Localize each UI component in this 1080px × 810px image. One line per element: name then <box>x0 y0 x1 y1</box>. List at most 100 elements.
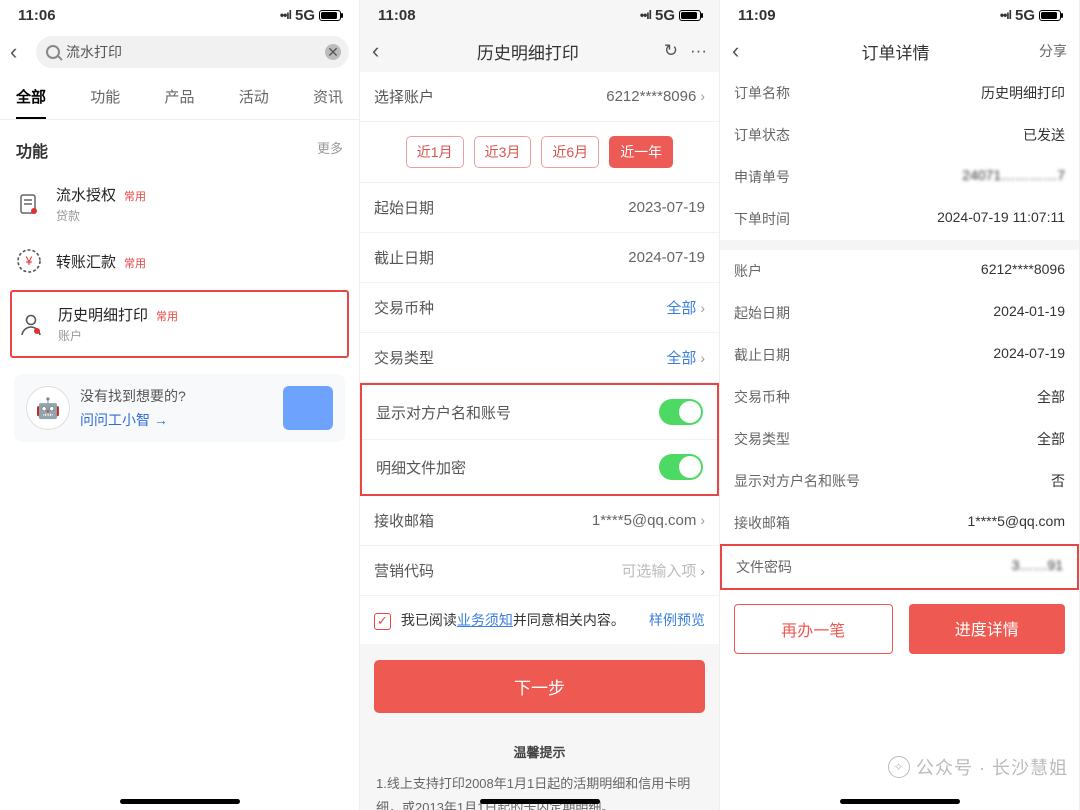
list-item-history-print[interactable]: 历史明细打印常用 账户 <box>12 292 347 356</box>
date-range-chips: 近1月 近3月 近6月 近一年 <box>360 122 719 183</box>
section-header: 功能 更多 <box>0 120 359 172</box>
kv-row: 账户6212****8096 <box>720 250 1079 292</box>
terms-link[interactable]: 业务须知 <box>457 612 513 628</box>
row-end-date[interactable]: 截止日期 2024-07-19 <box>360 233 719 283</box>
back-icon[interactable]: ‹ <box>10 39 30 65</box>
kv-key: 交易币种 <box>734 387 790 407</box>
sample-link[interactable]: 样例预览 <box>649 610 705 630</box>
tab-function[interactable]: 功能 <box>90 76 120 119</box>
home-indicator <box>120 799 240 804</box>
more-icon[interactable]: ··· <box>690 41 707 61</box>
more-link[interactable]: 更多 <box>317 138 343 162</box>
status-time: 11:09 <box>738 7 776 24</box>
wechat-icon: ✧ <box>888 756 910 778</box>
kv-value: 2024-07-19 <box>993 345 1065 365</box>
search-input[interactable]: 流水打印 ✕ <box>36 36 349 68</box>
back-icon[interactable]: ‹ <box>372 38 392 64</box>
progress-button[interactable]: 进度详情 <box>909 604 1066 654</box>
row-promo[interactable]: 营销代码 可选输入项› <box>360 546 719 596</box>
kv-row: 订单状态已发送 <box>720 114 1079 156</box>
row-account[interactable]: 选择账户 6212****8096› <box>360 72 719 122</box>
pwd-label: 文件密码 <box>736 557 792 577</box>
currency-label: 交易币种 <box>374 297 434 318</box>
common-tag: 常用 <box>124 258 146 270</box>
chevron-right-icon: › <box>700 88 705 104</box>
assist-card-icon <box>283 386 333 430</box>
kv-value: 2024-07-19 11:07:11 <box>937 209 1065 229</box>
pwd-value: 3……91 <box>1012 557 1063 577</box>
end-value: 2024-07-19 <box>628 249 705 266</box>
page-header: ‹ 历史明细打印 ↻ ··· <box>360 30 719 72</box>
kv-row: 交易币种 全部 <box>720 376 1079 418</box>
svg-text:¥: ¥ <box>25 254 33 268</box>
txtype-value: 全部 <box>666 350 696 367</box>
chip-1m[interactable]: 近1月 <box>406 136 464 168</box>
signal-icon: ••ıl <box>640 8 651 22</box>
agree-checkbox[interactable]: ✓ <box>374 613 391 630</box>
kv-row: 起始日期2024-01-19 <box>720 292 1079 334</box>
account-value: 6212****8096 <box>606 88 696 105</box>
status-bar: 11:08 ••ıl 5G <box>360 0 719 30</box>
kv-value: 历史明细打印 <box>981 83 1065 103</box>
kv-key: 订单状态 <box>734 125 790 145</box>
share-button[interactable]: 分享 <box>1039 41 1067 61</box>
currency-value: 全部 <box>666 300 696 317</box>
start-value: 2023-07-19 <box>628 199 705 216</box>
encrypt-label: 明细文件加密 <box>376 457 466 478</box>
action-buttons: 再办一笔 进度详情 <box>720 590 1079 668</box>
status-bar: 11:09 ••ıl 5G <box>720 0 1079 30</box>
kv-key: 申请单号 <box>734 167 790 187</box>
chip-6m[interactable]: 近6月 <box>541 136 599 168</box>
promo-placeholder: 可选输入项 <box>621 563 696 580</box>
battery-icon <box>319 10 341 21</box>
chip-3m[interactable]: 近3月 <box>474 136 532 168</box>
again-button[interactable]: 再办一笔 <box>734 604 893 654</box>
row-start-date[interactable]: 起始日期 2023-07-19 <box>360 183 719 233</box>
kv-value: 全部 <box>1037 387 1065 407</box>
assistant-card[interactable]: 🤖 没有找到想要的? 问问工小智 → <box>14 374 345 442</box>
status-time: 11:08 <box>378 7 416 24</box>
kv-value: 24071…………7 <box>962 167 1065 187</box>
tab-news[interactable]: 资讯 <box>313 76 343 119</box>
kv-row: 显示对方户名和账号否 <box>720 460 1079 502</box>
item-name: 流水授权 <box>56 187 116 204</box>
list-item[interactable]: 流水授权常用 贷款 <box>0 172 359 236</box>
chip-1y[interactable]: 近一年 <box>609 136 673 168</box>
signal-icon: ••ıl <box>1000 8 1011 22</box>
kv-row: 订单名称历史明细打印 <box>720 72 1079 114</box>
page-title: 历史明细打印 <box>392 39 664 64</box>
row-email[interactable]: 接收邮箱 1****5@qq.com› <box>360 496 719 546</box>
assist-link[interactable]: 问问工小智 → <box>80 410 186 430</box>
toggle-encrypt[interactable] <box>659 454 703 480</box>
email-label: 接收邮箱 <box>374 510 434 531</box>
list-item[interactable]: ¥ 转账汇款常用 <box>0 236 359 286</box>
tab-activity[interactable]: 活动 <box>239 76 269 119</box>
next-button[interactable]: 下一步 <box>374 660 705 713</box>
tab-all[interactable]: 全部 <box>16 76 46 119</box>
back-icon[interactable]: ‹ <box>732 38 752 64</box>
row-encrypt: 明细文件加密 <box>362 440 717 494</box>
kv-row: 申请单号 24071…………7 <box>720 156 1079 198</box>
refresh-icon[interactable]: ↻ <box>664 41 678 61</box>
bot-icon: 🤖 <box>26 386 70 430</box>
kv-row: 下单时间2024-07-19 11:07:11 <box>720 198 1079 240</box>
status-bar: 11:06 ••ıl 5G <box>0 0 359 30</box>
row-show-counter: 显示对方户名和账号 <box>362 385 717 440</box>
tip-line: 1.线上支持打印2008年1月1日起的活期明细和信用卡明细，或2013年1月1日… <box>376 772 703 810</box>
row-txtype[interactable]: 交易类型 全部› <box>360 333 719 383</box>
chevron-right-icon: › <box>700 563 705 579</box>
tab-product[interactable]: 产品 <box>164 76 194 119</box>
account-label: 选择账户 <box>374 86 434 107</box>
tab-bar: 全部 功能 产品 活动 资讯 <box>0 76 359 120</box>
kv-key: 接收邮箱 <box>734 513 790 533</box>
row-currency[interactable]: 交易币种 全部› <box>360 283 719 333</box>
kv-value: 2024-01-19 <box>993 303 1065 323</box>
toggle-show-counter[interactable] <box>659 399 703 425</box>
tips-section: 温馨提示 1.线上支持打印2008年1月1日起的活期明细和信用卡明细，或2013… <box>360 729 719 810</box>
clear-icon[interactable]: ✕ <box>325 44 341 60</box>
item-sub: 贷款 <box>56 207 146 224</box>
item-sub: 账户 <box>58 327 178 344</box>
highlight-box: 历史明细打印常用 账户 <box>10 290 349 358</box>
kv-value: 否 <box>1051 471 1065 491</box>
assist-question: 没有找到想要的? <box>80 386 186 406</box>
